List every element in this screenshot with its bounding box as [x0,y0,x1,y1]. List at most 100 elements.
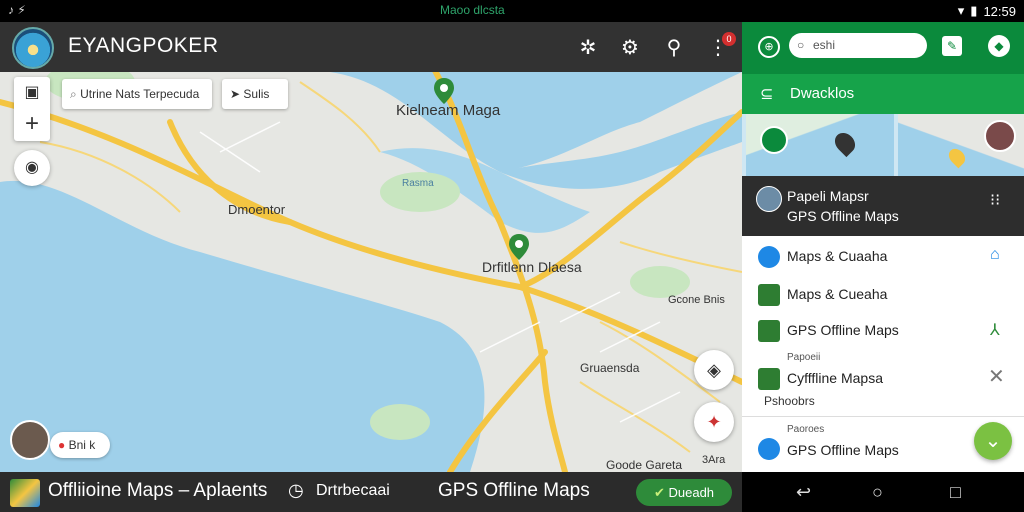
offline-maps-icon [758,320,780,342]
app-header: EYANGPOKER ✲ ⚙ ⚲ ⋮ 0 [0,22,742,72]
street [619,241,742,273]
list-item-caption: Papoeii [787,352,821,363]
featured-title: Papeli Mapsr [787,188,869,204]
street [299,81,381,153]
panel-search-placeholder: eshi [813,38,836,52]
list-item-sub: Pshoobrs [764,394,815,408]
user-chip-label: Bni k [68,438,96,452]
map-pin-icon[interactable] [434,78,454,104]
map-label-top: Kielneam Maga [396,102,501,119]
settings-icon[interactable]: ⚙ [618,36,642,60]
layers-icon[interactable]: ▣ [14,77,50,109]
featured-subtitle: GPS Offline Maps [787,208,899,224]
directions-chip[interactable]: ➤ Sulis [222,79,288,109]
close-icon[interactable]: ✕ [988,364,1005,389]
bottom-item-apps[interactable]: Offliioine Maps – Aplaents [48,480,267,502]
avatar [984,120,1016,152]
user-chip[interactable]: ● Bni k [50,432,110,458]
search-icon: ⌕ [70,87,77,101]
map-pin-icon[interactable] [509,234,529,260]
directions-chip-label: Sulis [243,87,270,101]
map-thumbnails [742,114,1024,176]
bottom-item-feed[interactable]: Drtrbecaai [316,482,390,500]
expand-fab-icon[interactable]: ⌄ [974,422,1012,460]
gear-icon[interactable]: ✲ [576,36,600,60]
map-label-bottom: Goode Gareta [606,458,683,472]
map-label-bottom-right: 3Ara [702,454,726,466]
notification-badge: 0 [722,32,736,46]
maps-icon [758,246,780,268]
list-item[interactable]: Papoeii Cyfffline Mapsa Pshoobrs ✕ [742,350,1024,410]
gps-icon [758,438,780,460]
list-item-label: GPS Offline Maps [787,322,899,338]
featured-item[interactable]: Papeli Mapsr GPS Offline Maps ⁝⁝ [742,176,1024,236]
share-icon[interactable]: ⅄ [990,320,1000,340]
panel-toolbar: ⊕ ○ eshi ✎ ◆ [742,22,1024,74]
list-item[interactable]: Maps & Cueaha [742,282,1024,312]
status-icons: ♪ ⚡ [8,3,26,17]
recents-icon[interactable]: □ [950,482,961,503]
zoom-control: ▣ + [14,77,50,141]
list-item-caption: Paoroes [787,424,825,435]
divider [742,416,1024,417]
pin-icon [830,128,860,158]
location-icon [760,126,788,154]
bottom-item-gps[interactable]: GPS Offline Maps [438,480,590,502]
avatar [756,186,782,212]
map-label-center: Drfitlenn Dlaesa [482,259,582,275]
account-icon[interactable]: ◆ [988,35,1010,57]
location-icon: ● [58,438,66,452]
map-view[interactable]: Kielneam Maga Dmoentor Drfitlenn Dlaesa … [0,22,742,472]
street [579,381,691,453]
compass-icon[interactable]: ✦ [694,402,734,442]
map-label-water: Rasma [402,178,434,189]
status-center-text: Maoo dlcsta [440,3,505,17]
search-chip-label: Utrine Nats Terpecuda [80,87,200,101]
app-title: EYANGPOKER [68,34,219,57]
thumbnail-map[interactable] [746,114,894,176]
search-icon[interactable]: ⚲ [662,36,686,60]
bottom-bar: Offliioine Maps – Aplaents ◷ Drtrbecaai … [0,472,742,512]
check-icon: ✔ [653,485,665,500]
thumbnail-map[interactable] [898,114,1024,176]
home-icon[interactable]: ○ [872,482,883,503]
system-nav-bar: ↩ ○ □ [742,472,1024,512]
list-item-label: Maps & Cuaaha [787,248,888,264]
search-chip[interactable]: ⌕ Utrine Nats Terpecuda [62,79,212,109]
wifi-icon: ▾ [957,3,965,18]
side-panel: ⊕ ○ eshi ✎ ◆ ⊆ Dwacklos Papeli Mapsr GPS… [742,22,1024,472]
section-header: ⊆ Dwacklos [742,74,1024,114]
panel-search-input[interactable]: ○ eshi [789,33,927,58]
search-icon: ○ [797,38,805,52]
back-icon[interactable]: ↩ [796,482,811,503]
menu-icon[interactable]: ⊕ [758,36,780,58]
avatar[interactable] [10,420,50,460]
map-label-left: Dmoentor [228,202,286,217]
status-time: 12:59 [983,3,1016,19]
directions-icon: ➤ [230,87,241,101]
zoom-in-button[interactable]: + [14,109,50,141]
app-logo [12,27,54,69]
maps-app-icon [10,479,40,507]
list-item[interactable]: GPS Offline Maps ⅄ [742,318,1024,348]
pin-icon [945,145,969,169]
list-item[interactable]: Maps & Cuaaha ⌂ [742,244,1024,274]
bookmark-icon[interactable]: ⌂ [990,246,1000,264]
locate-icon[interactable]: ◉ [14,150,50,186]
section-icon: ⊆ [760,86,774,103]
navigate-icon[interactable]: ◈ [694,350,734,390]
grid-icon[interactable]: ⁝⁝ [990,190,1000,210]
list-item-label: Maps & Cueaha [787,286,888,302]
edit-icon[interactable]: ✎ [942,36,962,56]
chat-icon [758,284,780,306]
map-label-right-mid: Gcone Bnis [668,294,725,306]
download-button[interactable]: ✔ Dueadh [636,479,732,506]
status-bar: ♪ ⚡ Maoo dlcsta ▾ ▮ 12:59 [0,0,1024,22]
section-title: Dwacklos [790,85,855,102]
list-item-label: Cyfffline Mapsa [787,370,883,386]
signal-icon: ▮ [970,3,978,18]
park-area [370,404,430,440]
download-button-label: Dueadh [668,485,715,500]
list-item-label: GPS Offline Maps [787,442,899,458]
map-label-right-lower: Gruaensda [580,361,640,375]
